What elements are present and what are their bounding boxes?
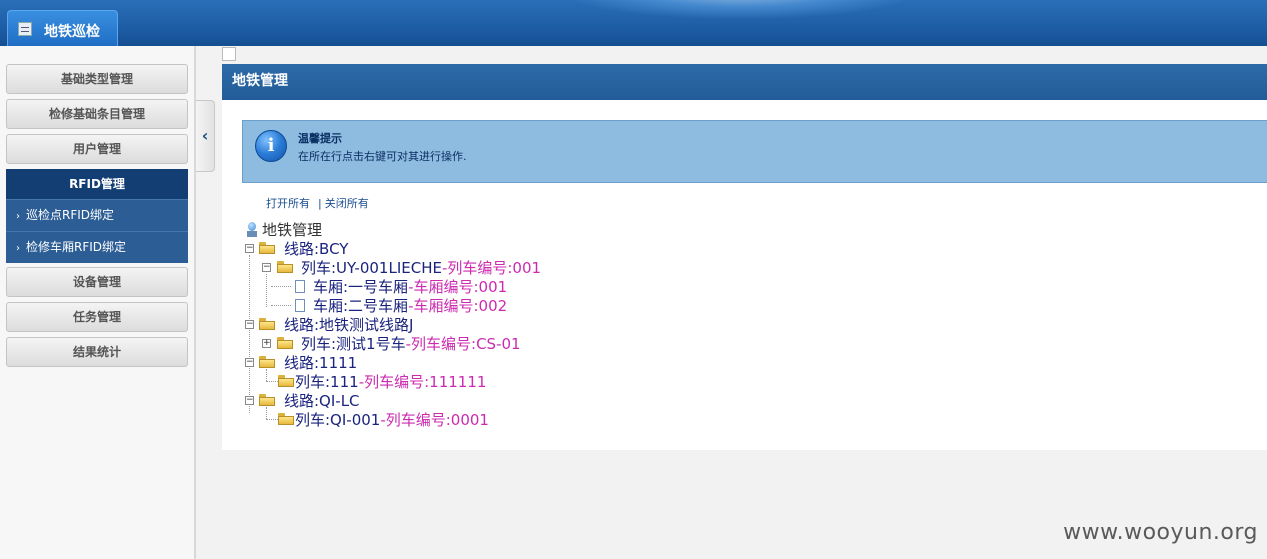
collapse-icon[interactable]: − [245,320,254,329]
tree-node-carriage[interactable]: 车厢:二号车厢-车厢编号:002 [313,297,507,316]
node-label: 线路:1111 [284,354,358,372]
chevron-right-icon: › [16,211,20,222]
tree-node-train[interactable]: 列车:QI-001-列车编号:0001 [295,411,489,430]
folder-icon [259,356,275,368]
tree-connector [266,369,267,381]
sidebar-group-rfid-header[interactable]: RFID管理 [6,169,188,199]
node-code: -列车编号:0001 [380,411,489,429]
sidebar-item-tasks[interactable]: 任务管理 [6,302,188,332]
expand-icon[interactable]: + [262,339,271,348]
folder-icon [259,394,275,406]
collapse-icon[interactable]: − [262,263,271,272]
tree-connector [266,419,278,420]
tree-node-line[interactable]: 线路:1111 [284,354,357,373]
folder-icon [259,242,275,254]
node-code: -车厢编号:001 [408,278,508,296]
sidebar-item-devices[interactable]: 设备管理 [6,267,188,297]
sidebar-sub-label: 检修车厢RFID绑定 [26,240,127,254]
tree-connector [266,274,267,307]
app-tab-label: 地铁巡检 [44,24,100,40]
sidebar-group-rfid: RFID管理 › 巡检点RFID绑定 › 检修车厢RFID绑定 [6,169,188,263]
node-label: 列车:111 [295,373,359,391]
node-label: 车厢:二号车厢 [313,297,409,315]
tree-root-label: 地铁管理 [262,221,323,239]
sidebar-item-results[interactable]: 结果统计 [6,337,188,367]
sidebar-item-users[interactable]: 用户管理 [6,134,188,164]
main-panel: 地铁管理 i 温馨提示 在所在行点击右键可对其进行操作. 打开所有 | 关闭所有 地… [222,64,1267,450]
top-banner: 地铁巡检 [0,0,1267,46]
node-label: 车厢:一号车厢 [313,278,409,296]
node-label: 列车:UY-001LIECHE [301,259,442,277]
tree-root[interactable]: 地铁管理 [262,221,322,240]
sidebar: 基础类型管理 检修基础条目管理 用户管理 RFID管理 › 巡检点RFID绑定 ›… [0,46,196,559]
tree-node-line[interactable]: 线路:地铁测试线路J [284,316,413,335]
subway-tree: 地铁管理 − 线路:BCY − 列车:UY-001LIECHE-列车编号:001… [222,64,1267,450]
sidebar-item-patrol-rfid[interactable]: › 巡检点RFID绑定 [6,199,188,231]
document-icon [295,280,305,293]
node-label: 列车:QI-001 [295,411,381,429]
sidebar-item-repair-items[interactable]: 检修基础条目管理 [6,99,188,129]
folder-icon [277,337,293,349]
tree-connector [271,305,291,306]
sidebar-item-basic-types[interactable]: 基础类型管理 [6,64,188,94]
banner-glow [560,0,920,20]
checkbox[interactable] [222,47,236,61]
node-code: -列车编号:111111 [358,373,487,391]
collapse-icon[interactable]: − [245,396,254,405]
sidebar-sub-label: 巡检点RFID绑定 [26,208,115,222]
chevron-right-icon: › [16,243,20,254]
folder-icon [277,261,293,273]
node-code: -列车编号:001 [441,259,542,277]
watermark: www.wooyun.org [1063,520,1258,545]
collapse-icon[interactable]: − [245,358,254,367]
tree-connector [249,255,250,413]
folder-icon [259,318,275,330]
folder-icon [278,375,294,387]
tree-node-line[interactable]: 线路:QI-LC [284,392,360,411]
app-tab[interactable]: 地铁巡检 [7,10,118,46]
tree-node-train[interactable]: 列车:111-列车编号:111111 [295,373,486,392]
tree-connector [266,407,267,419]
tree-node-line[interactable]: 线路:BCY [284,240,348,259]
collapse-sidebar-button[interactable]: ‹ [196,100,215,172]
calculator-icon [18,22,32,36]
document-icon [295,299,305,312]
tree-connector [266,381,278,382]
tree-node-train[interactable]: 列车:测试1号车-列车编号:CS-01 [301,335,521,354]
node-label: 线路:地铁测试线路J [284,316,414,334]
node-label: 线路:QI-LC [284,392,360,410]
node-code: -车厢编号:002 [408,297,508,315]
database-icon [246,222,258,237]
node-label: 线路:BCY [284,240,349,258]
sidebar-item-carriage-rfid[interactable]: › 检修车厢RFID绑定 [6,231,188,263]
node-code: -列车编号:CS-01 [405,335,521,353]
tree-connector [271,286,291,287]
tree-node-train[interactable]: 列车:UY-001LIECHE-列车编号:001 [301,259,541,278]
folder-icon [278,413,294,425]
tree-node-carriage[interactable]: 车厢:一号车厢-车厢编号:001 [313,278,507,297]
collapse-icon[interactable]: − [245,244,254,253]
node-label: 列车:测试1号车 [301,335,406,353]
